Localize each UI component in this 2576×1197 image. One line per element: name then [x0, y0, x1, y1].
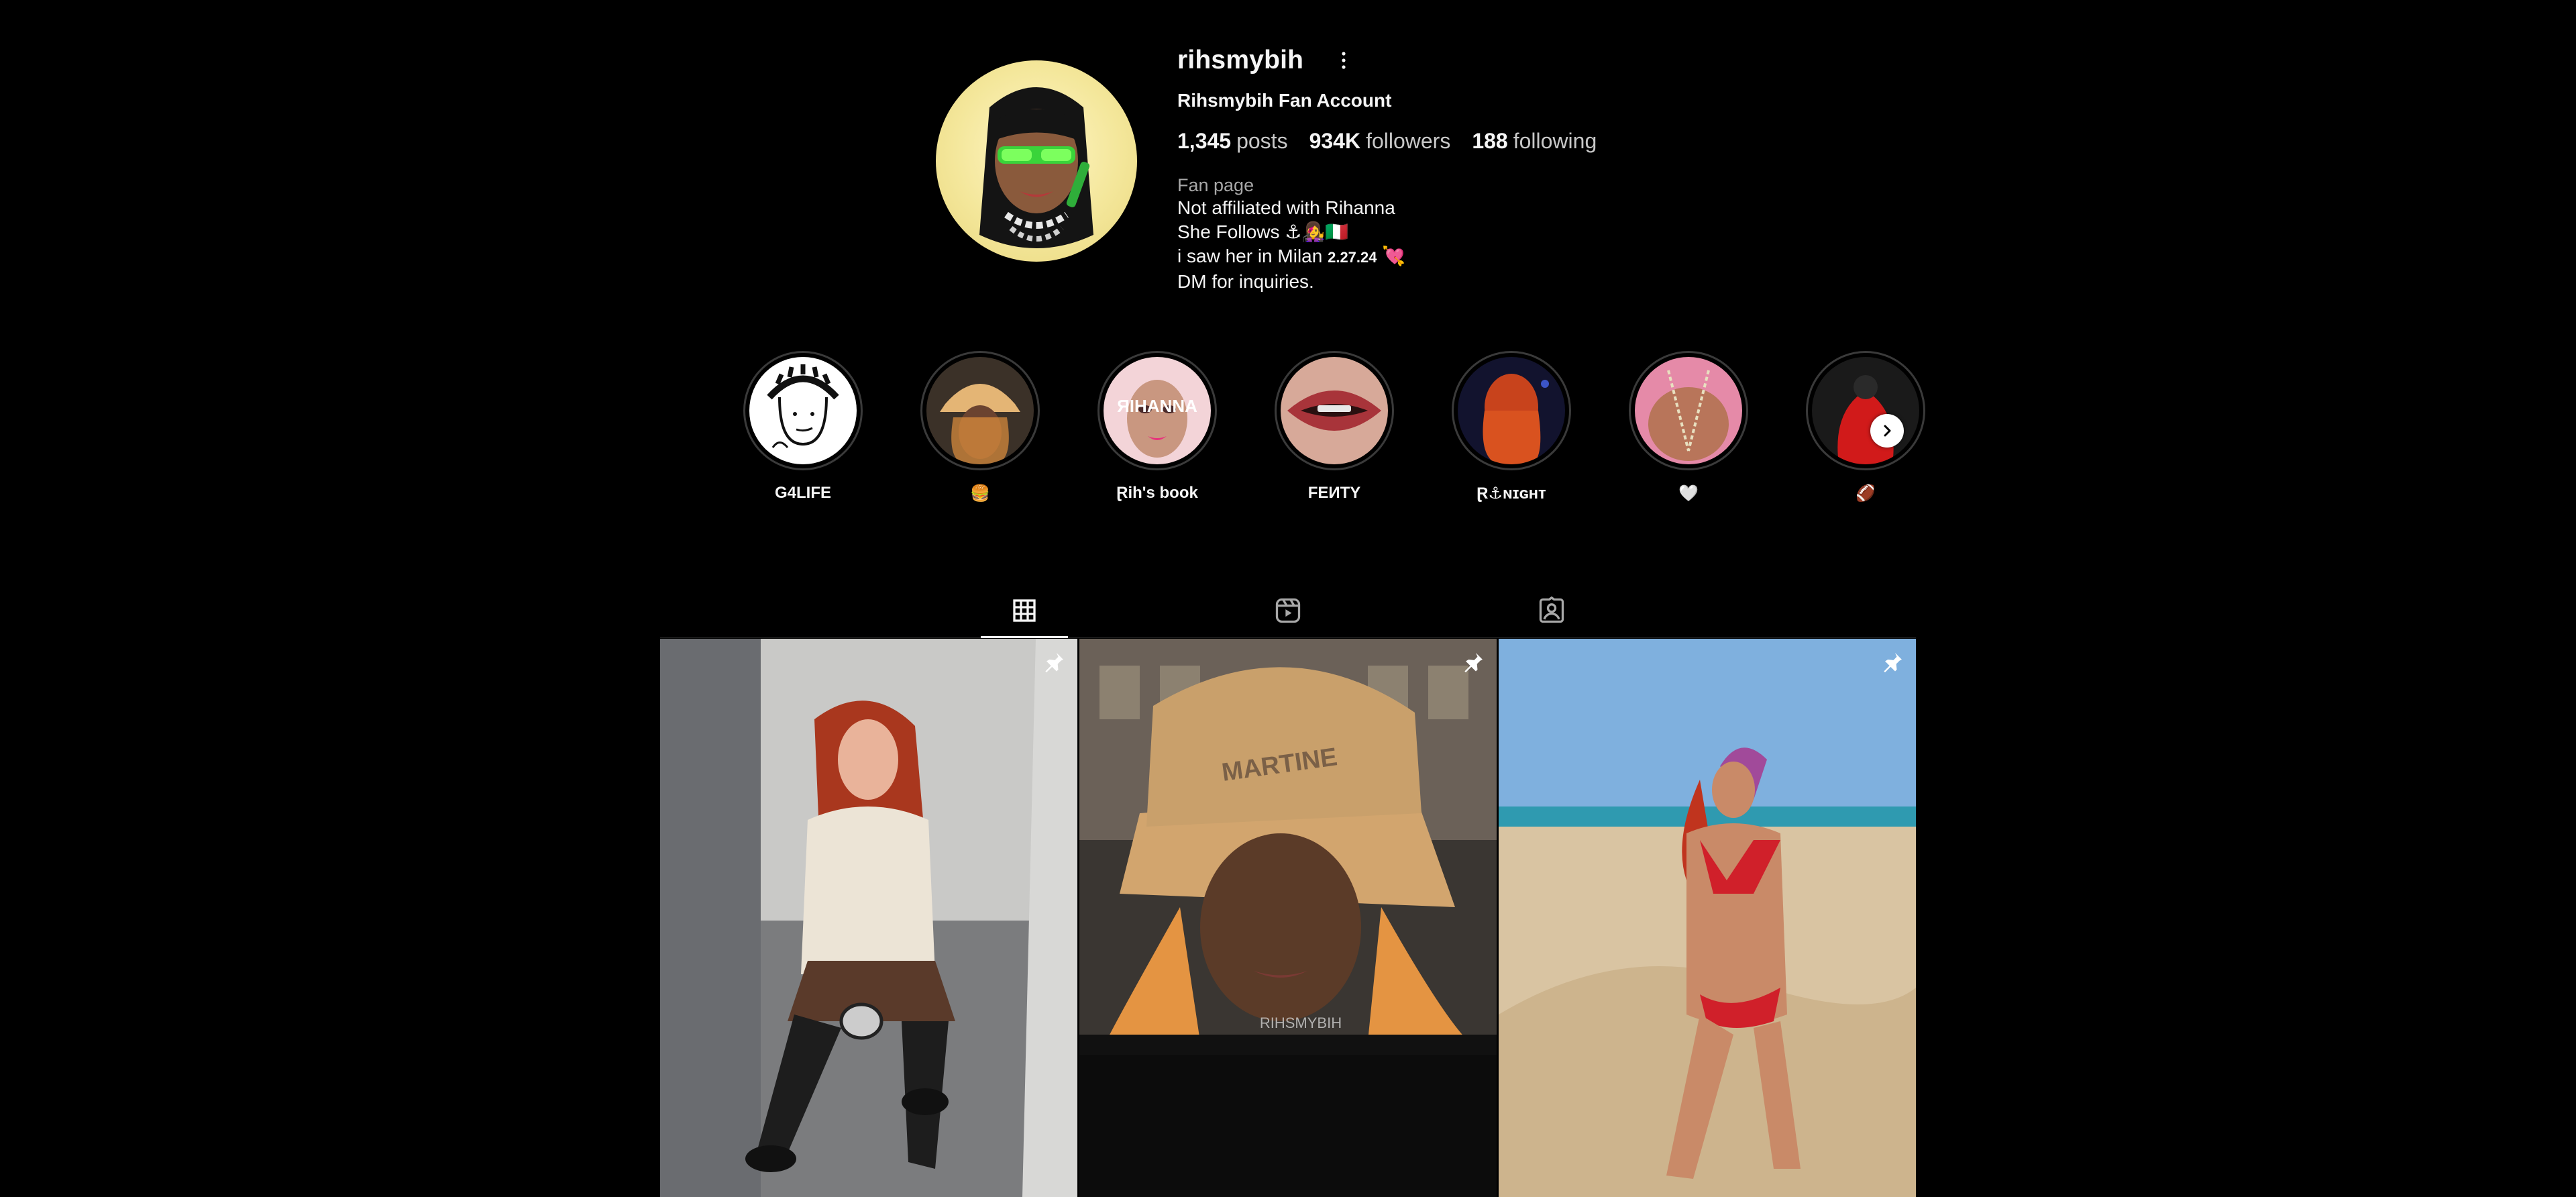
- posts-count: 1,345 posts: [1177, 129, 1288, 154]
- following-link[interactable]: 188 following: [1472, 129, 1597, 154]
- highlight-ring: ЯIHANNA: [1097, 351, 1217, 470]
- highlights-next-button[interactable]: [1870, 414, 1904, 448]
- followers-link[interactable]: 934K followers: [1309, 129, 1451, 154]
- highlight-cover: [1812, 357, 1919, 464]
- followers-count-label: followers: [1366, 129, 1451, 153]
- highlight-rihs-book[interactable]: ЯIHANNA Ɽih's book: [1069, 351, 1246, 504]
- more-options-button[interactable]: [1330, 47, 1357, 74]
- highlight-ring: [920, 351, 1040, 470]
- bio-text: i saw her in Milan: [1177, 246, 1328, 266]
- post-image-beach: [1499, 639, 1916, 1197]
- posts-grid: MARTINE RIHSMYBIH: [660, 639, 1916, 1197]
- pin-icon: [1464, 653, 1483, 673]
- highlight-r-night[interactable]: Ɽ⚓ɴɪɢʜᴛ: [1423, 351, 1600, 504]
- pin-icon: [1884, 653, 1902, 673]
- highlight-ring: [1806, 351, 1925, 470]
- highlight-football[interactable]: 🏈: [1777, 351, 1954, 504]
- avatar-illustration: [979, 87, 1093, 248]
- highlight-ring: [1452, 351, 1571, 470]
- bio-line: i saw her in Milan 2.27.24 💘: [1177, 244, 1618, 270]
- post-image-car-night: MARTINE RIHSMYBIH: [1079, 639, 1497, 1197]
- highlight-cover: [926, 357, 1034, 464]
- profile-category: Fan page: [1177, 175, 1254, 195]
- post-item[interactable]: MARTINE RIHSMYBIH: [1079, 639, 1497, 1197]
- following-count-value: 188: [1472, 129, 1508, 153]
- highlight-cover: [1458, 357, 1565, 464]
- profile-bio: Not affiliated with Rihanna She Follows …: [1177, 196, 1618, 294]
- posts-count-value: 1,345: [1177, 129, 1232, 153]
- tab-tagged[interactable]: [1508, 584, 1595, 637]
- magazine-banner-text: ЯIHANNA: [1117, 396, 1197, 416]
- bio-line: DM for inquiries.: [1177, 271, 1314, 292]
- grid-icon: [1013, 599, 1036, 622]
- magazine-cover-image: ЯIHANNA: [1104, 357, 1211, 464]
- post-image-fitting-room: [660, 639, 1077, 1197]
- highlight-ring: [743, 351, 863, 470]
- posts-count-label: posts: [1236, 129, 1288, 153]
- highlight-white-heart[interactable]: 🤍: [1600, 351, 1777, 504]
- highlight-ring: [1629, 351, 1748, 470]
- tagged-icon: [1539, 596, 1564, 623]
- bio-line: Not affiliated with Rihanna: [1177, 197, 1395, 218]
- pin-icon: [1045, 653, 1063, 673]
- highlight-label: Ɽ⚓ɴɪɢʜᴛ: [1477, 484, 1546, 503]
- highlight-label: 🍔: [970, 484, 990, 503]
- post-item[interactable]: [660, 639, 1077, 1197]
- jewelry-closeup-image: [1635, 357, 1742, 464]
- cartoon-face-image: [749, 357, 857, 464]
- highlight-label: G4LIFE: [774, 484, 831, 502]
- more-dots-icon: [1342, 52, 1346, 69]
- bio-date: 2.27.24: [1328, 249, 1377, 266]
- profile-info: rihsmybih Rihsmybih Fan Account 1,345 pos…: [1177, 40, 1618, 294]
- highlight-label: 🏈: [1856, 484, 1876, 503]
- highlight-g4life[interactable]: G4LIFE: [714, 351, 892, 504]
- chevron-right-icon: [1884, 425, 1891, 437]
- full-name: Rihsmybih Fan Account: [1177, 90, 1392, 111]
- cap-portrait-image: [926, 357, 1034, 464]
- post-watermark: RIHSMYBIH: [1260, 1014, 1342, 1031]
- highlight-label: 🤍: [1678, 484, 1699, 503]
- bio-line: She Follows ⚓👩‍🎤🇮🇹: [1177, 221, 1349, 242]
- reels-icon: [1275, 598, 1301, 623]
- profile-avatar[interactable]: [936, 60, 1137, 262]
- tab-posts[interactable]: [981, 584, 1068, 638]
- tabs-divider: [660, 637, 1916, 638]
- lips-image: [1281, 357, 1388, 464]
- highlight-burger[interactable]: 🍔: [892, 351, 1069, 504]
- highlight-fenty[interactable]: FEИTY: [1246, 351, 1423, 504]
- highlight-ring: [1275, 351, 1394, 470]
- followers-count-value: 934K: [1309, 129, 1361, 153]
- red-outfit-image: [1812, 357, 1919, 464]
- profile-stats: 1,345 posts 934K followers 188 following: [1177, 129, 1618, 154]
- tab-reels[interactable]: [1244, 584, 1332, 637]
- highlight-cover: [1635, 357, 1742, 464]
- profile-page: rihsmybih Rihsmybih Fan Account 1,345 pos…: [0, 0, 2576, 1197]
- night-portrait-image: [1458, 357, 1565, 464]
- highlight-label: Ɽih's book: [1116, 484, 1198, 502]
- post-item[interactable]: [1499, 639, 1916, 1197]
- bio-emoji: 💘: [1377, 246, 1406, 266]
- highlight-cover: [1281, 357, 1388, 464]
- story-highlights: G4LIFE 🍔 ЯIHANNA Ɽih's book FEИTY Ɽ⚓ɴɪɢʜ…: [714, 351, 1954, 504]
- following-count-label: following: [1513, 129, 1597, 153]
- username: rihsmybih: [1177, 46, 1304, 74]
- highlight-cover: [749, 357, 857, 464]
- highlight-label: FEИTY: [1307, 484, 1361, 502]
- highlight-cover: ЯIHANNA: [1104, 357, 1211, 464]
- username-row: rihsmybih: [1177, 40, 1618, 81]
